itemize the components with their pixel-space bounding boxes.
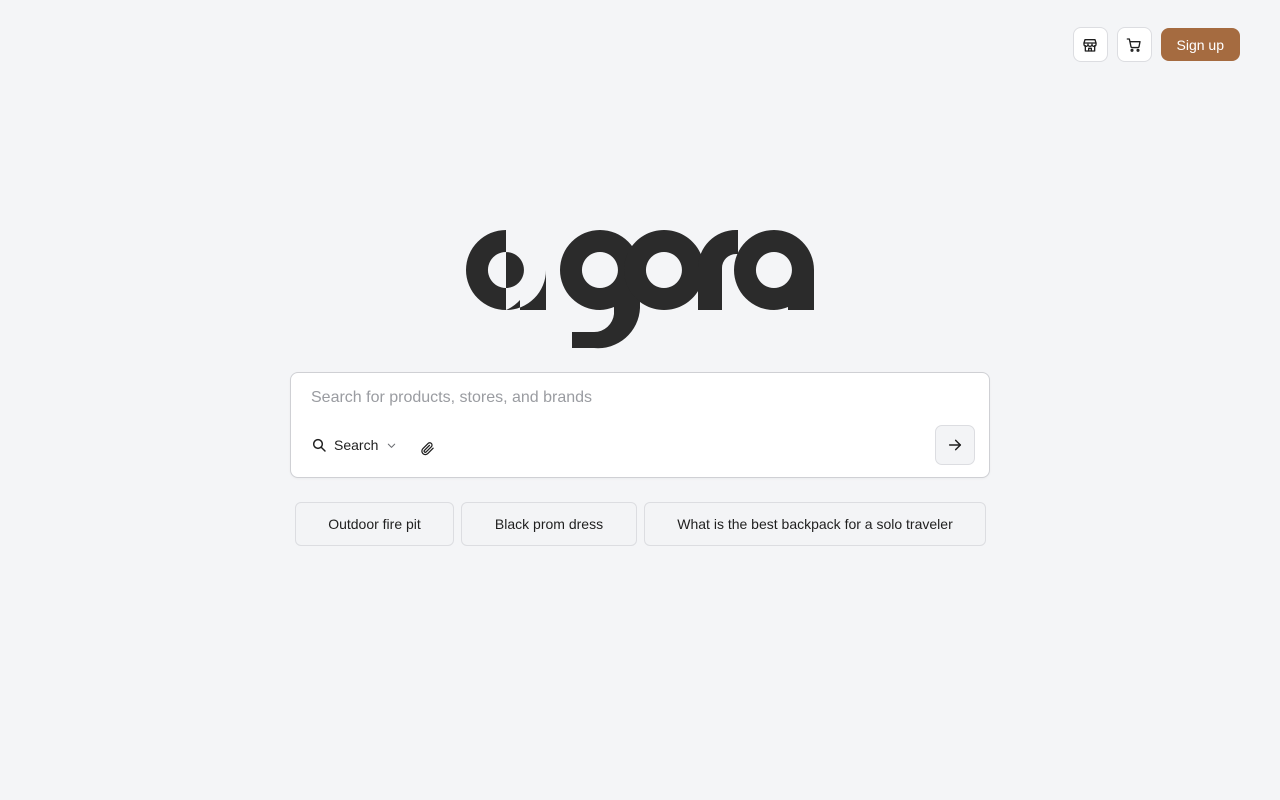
cart-button[interactable] <box>1116 27 1152 62</box>
attach-button[interactable] <box>418 439 436 457</box>
chevron-down-icon <box>388 443 396 448</box>
storefront-icon <box>1083 38 1097 52</box>
arrow-right-icon <box>948 439 962 451</box>
search-icon <box>312 438 326 452</box>
suggestion-chips: Outdoor fire pit Black prom dress What i… <box>295 502 986 546</box>
suggestion-chip[interactable]: Black prom dress <box>461 502 637 546</box>
agora-logo <box>466 228 814 350</box>
agora-logo-graphic <box>466 230 814 349</box>
paperclip-icon <box>420 441 434 455</box>
search-mode-label: Search <box>334 437 379 453</box>
submit-search-button[interactable] <box>935 425 975 465</box>
search-input[interactable] <box>311 387 951 409</box>
shopping-cart-icon <box>1126 37 1141 52</box>
header-actions: Sign up <box>1072 27 1240 62</box>
search-box: Search <box>290 372 990 478</box>
page: Sign up Search for products, stores, and… <box>0 0 1280 800</box>
suggestion-chip[interactable]: What is the best backpack for a solo tra… <box>644 502 986 546</box>
stores-button[interactable] <box>1072 27 1108 62</box>
signup-button[interactable]: Sign up <box>1160 28 1240 61</box>
search-mode-dropdown[interactable]: Search <box>311 437 397 453</box>
suggestion-chip[interactable]: Outdoor fire pit <box>295 502 454 546</box>
